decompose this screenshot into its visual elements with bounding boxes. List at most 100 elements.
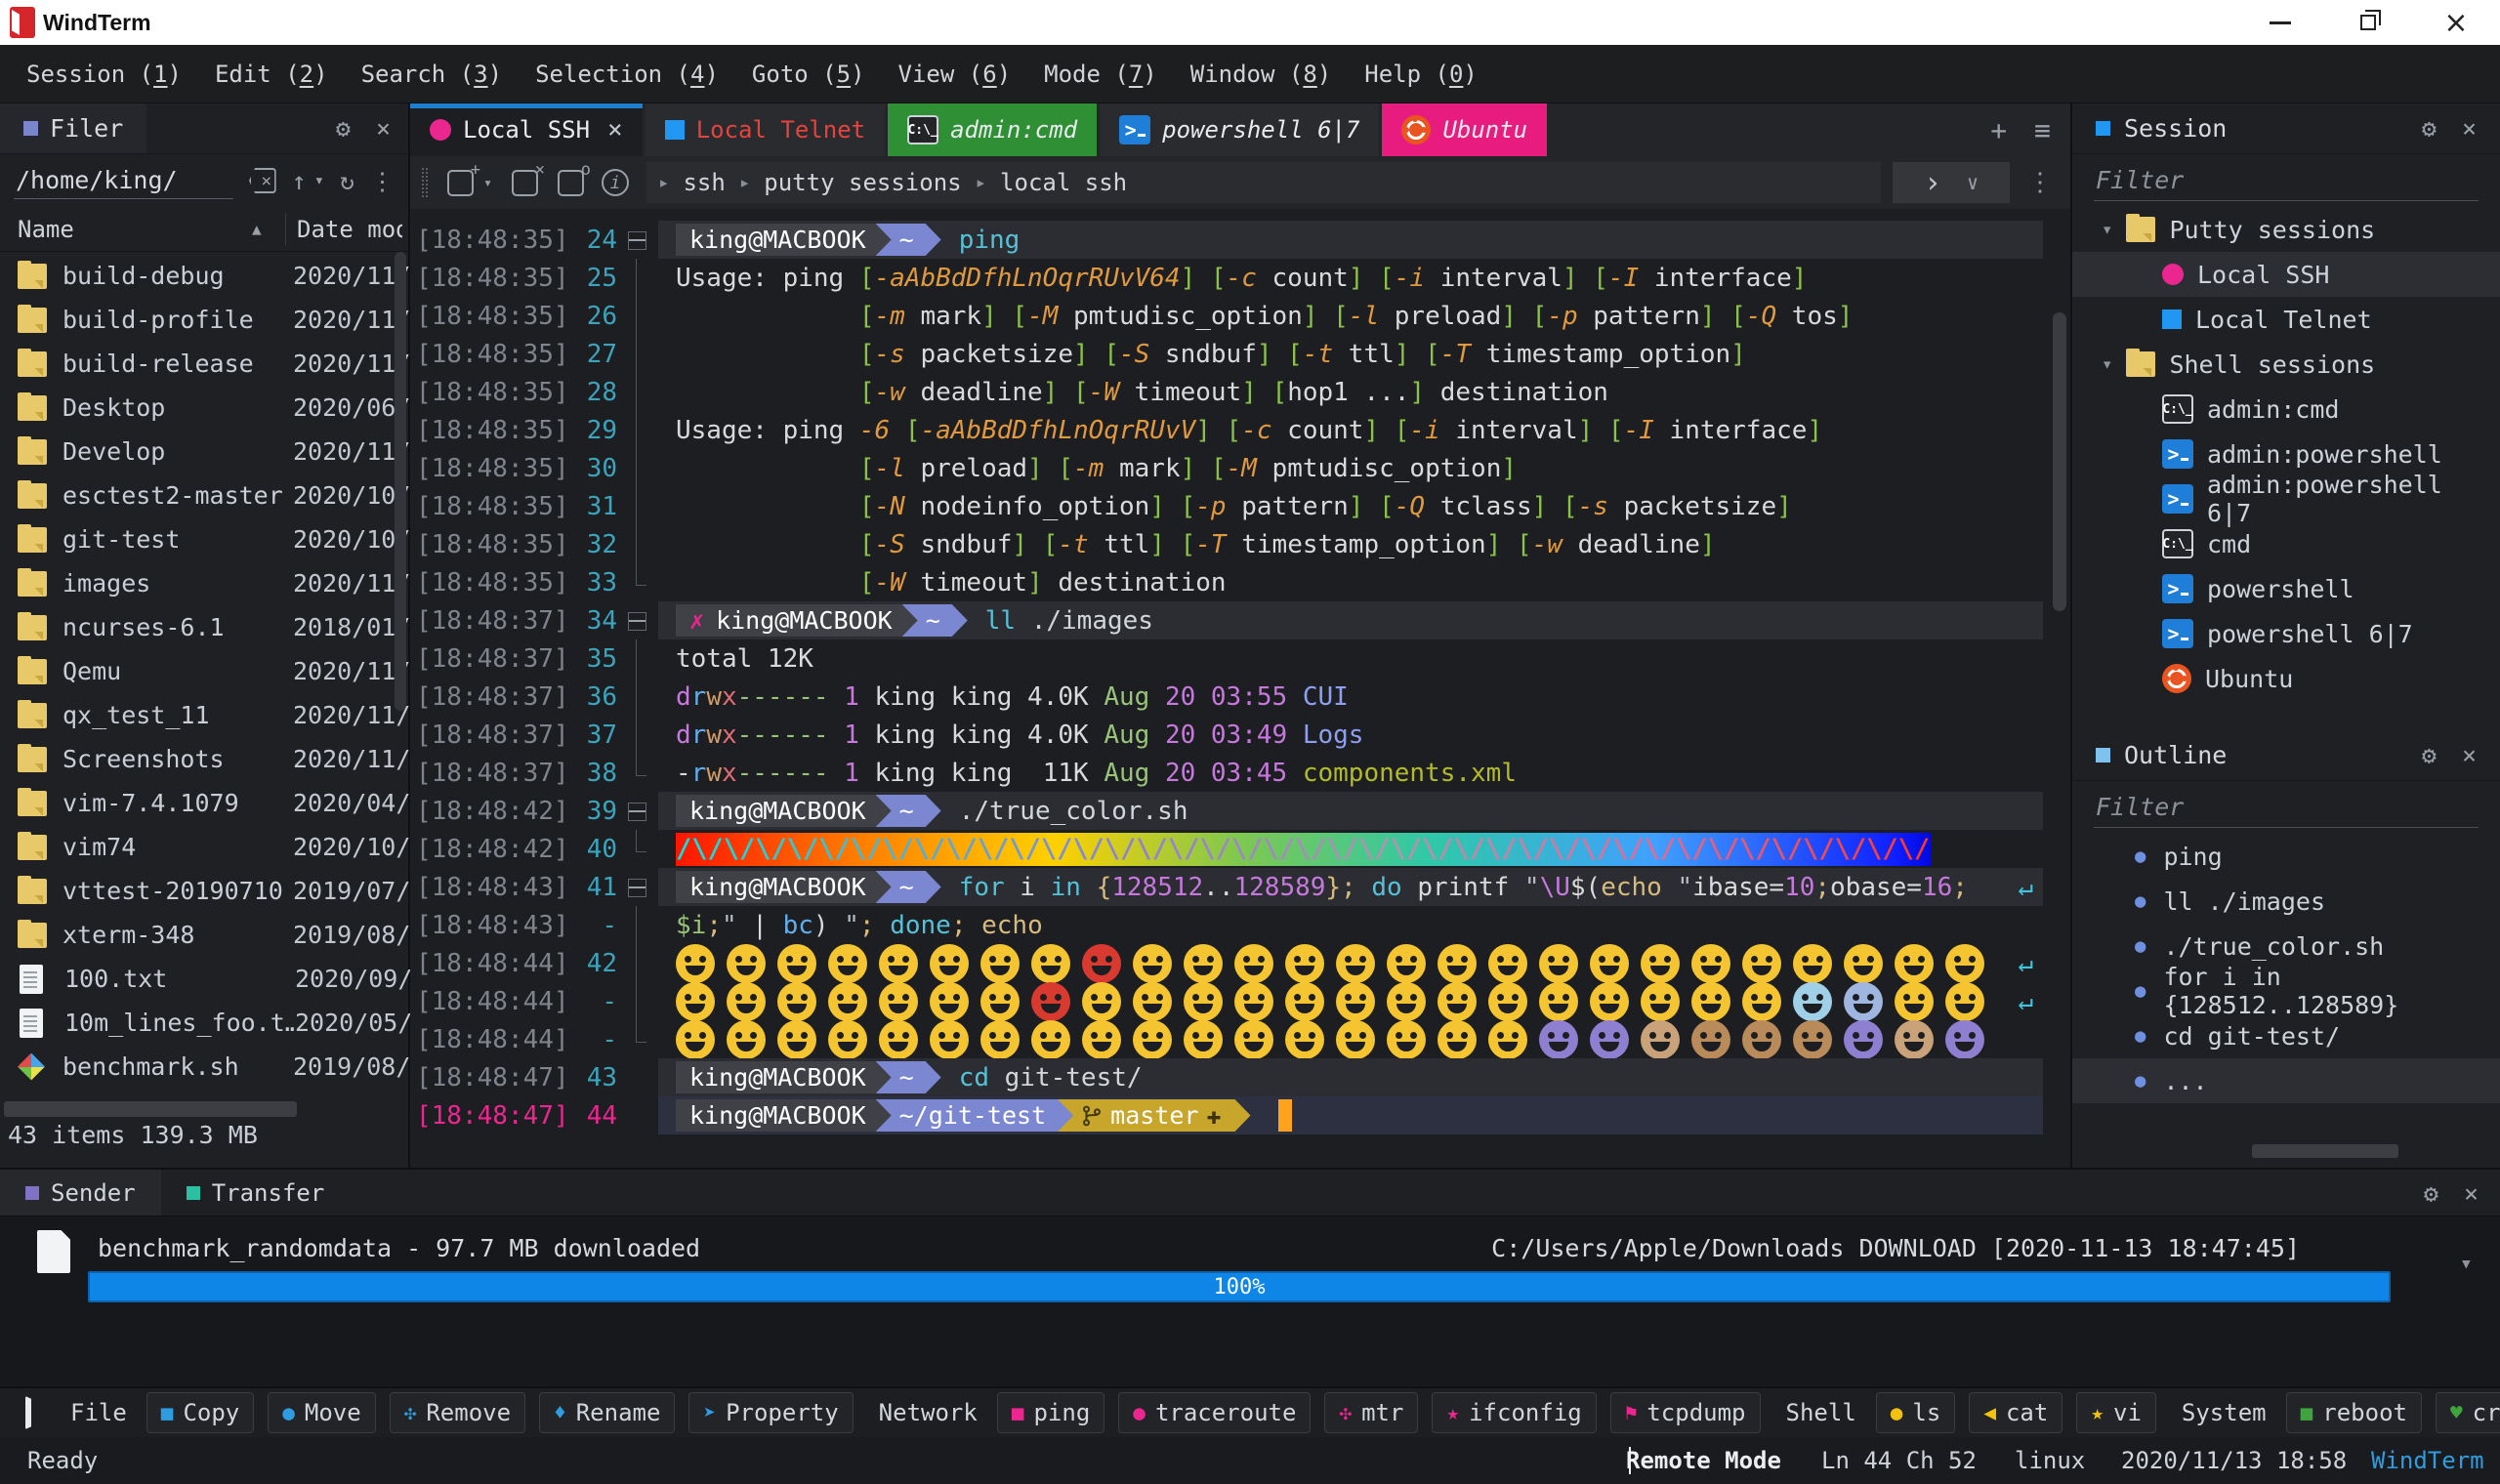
fold-marker[interactable] [617,792,658,830]
session-filter-input[interactable] [2094,160,2479,201]
filer-path-input[interactable] [14,162,233,199]
breadcrumb-item-putty-sessions[interactable]: putty sessions [764,169,961,196]
outline-scrollbar[interactable] [2252,1144,2398,1158]
breadcrumb-item-ssh[interactable]: ssh [683,169,725,196]
terminal-tab-local-ssh[interactable]: Local SSH × [410,103,643,156]
file-row-esctest2-master[interactable]: esctest2-master 2020/10/ [0,474,410,517]
session-item-shell-sessions[interactable]: ▾ Shell sessions [2072,342,2500,387]
drag-handle-icon[interactable] [422,168,428,197]
file-row-desktop[interactable]: Desktop 2020/06/ [0,386,410,430]
status-os[interactable]: linux [2015,1447,2085,1474]
fold-marker[interactable] [617,868,658,906]
toolbar-button-traceroute[interactable]: ● traceroute [1118,1392,1312,1433]
filer-settings-icon[interactable]: ⚙ [336,114,351,143]
chevron-down-icon[interactable]: ▾ [2102,219,2112,240]
file-row-100-txt[interactable]: 100.txt 2020/09/ [0,957,412,1001]
breadcrumb-item-local-ssh[interactable]: local ssh [1000,169,1127,196]
toolbar-button-crontab[interactable]: ♥ crontab [2435,1392,2500,1433]
filer-more-icon[interactable]: ⋮ [370,167,395,195]
close-button[interactable]: × [2412,0,2500,45]
status-cursor-position[interactable]: Ln 44 Ch 52 [1821,1447,1977,1474]
tab-menu-icon[interactable]: ≡ [2034,114,2051,146]
toolbar-button-ping[interactable]: ■ ping [996,1392,1105,1433]
info-icon[interactable]: i [602,169,630,196]
file-row-screenshots[interactable]: Screenshots 2020/11/ [0,737,410,781]
sender-tab[interactable]: Sender [0,1170,161,1216]
terminal-tab-ubuntu[interactable]: Ubuntu [1382,103,1548,156]
toolbar-button-reboot[interactable]: ■ reboot [2285,1392,2422,1433]
up-directory-icon[interactable]: ↑ [292,167,307,195]
refresh-icon[interactable]: ↻ [340,167,354,195]
session-item-admin-cmd[interactable]: C:\_ admin:cmd [2072,387,2500,432]
terminal-more-icon[interactable]: ⋮ [2021,168,2059,197]
file-row-vim-7-4-1079[interactable]: vim-7.4.1079 2020/04/ [0,781,410,825]
new-session-dropdown-icon[interactable]: ▾ [483,174,492,191]
file-row-images[interactable]: images 2020/11/ [0,561,410,605]
session-item-powershell[interactable]: > powershell [2072,566,2500,611]
terminal-tab-admin-cmd[interactable]: C:\_ admin:cmd [888,103,1098,156]
transfer-tab[interactable]: Transfer [161,1170,351,1216]
menu-item-search[interactable]: Search (3) [345,45,520,103]
filer-close-icon[interactable]: × [376,114,391,143]
terminal-tab-local-telnet[interactable]: Local Telnet [645,103,886,156]
quick-launch-icon[interactable] [25,1396,31,1429]
path-dropdown-icon[interactable]: ▾ [314,171,324,190]
outline-item-2[interactable]: ● ll ./images [2072,879,2500,924]
transfer-dropdown-icon[interactable]: ▾ [2460,1252,2473,1276]
clear-path-icon[interactable]: × [249,168,276,193]
file-row-benchmark-sh[interactable]: benchmark.sh 2019/08/ [0,1045,410,1089]
outline-filter-input[interactable] [2094,787,2479,828]
toolbar-button-move[interactable]: ● Move [268,1392,376,1433]
session-item-putty-sessions[interactable]: ▾ Putty sessions [2072,207,2500,252]
file-row-vim74[interactable]: vim74 2020/10/ [0,825,410,869]
toolbar-button-rename[interactable]: ♦ Rename [539,1392,676,1433]
run-dropdown-icon[interactable]: ∨ [1967,171,1979,194]
file-row-10m-lines-foo-t[interactable]: 10m_lines_foo.t… 2020/05/ [0,1001,412,1045]
column-header-name[interactable]: Name [0,216,74,243]
menu-item-mode[interactable]: Mode (7) [1027,45,1174,103]
chevron-down-icon[interactable]: ▾ [2102,353,2112,375]
toolbar-button-property[interactable]: ➤ Property [688,1392,854,1433]
filer-panel-tab[interactable]: Filer [0,103,147,153]
menu-item-view[interactable]: View (6) [882,45,1028,103]
new-session-icon[interactable]: + [447,160,480,196]
close-session-icon[interactable]: × [512,160,545,196]
outline-settings-icon[interactable]: ⚙ [2422,741,2437,769]
session-item-cmd[interactable]: C:\_ cmd [2072,521,2500,566]
new-tab-icon[interactable]: + [1990,114,2007,146]
fold-marker[interactable] [617,221,658,259]
toolbar-button-cat[interactable]: ◀ cat [1969,1392,2063,1433]
run-command-button[interactable]: › ∨ [1893,162,2010,203]
session-settings-icon[interactable]: ⚙ [2422,114,2437,143]
terminal-tab-powershell-6-7[interactable]: > powershell 6|7 [1100,103,1380,156]
file-row-build-profile[interactable]: build-profile 2020/11/ [0,298,410,342]
menu-item-window[interactable]: Window (8) [1174,45,1349,103]
session-item-ubuntu[interactable]: Ubuntu [2072,656,2500,701]
toolbar-button-mtr[interactable]: ✣ mtr [1324,1392,1419,1433]
file-row-develop[interactable]: Develop 2020/11/ [0,430,410,474]
file-row-git-test[interactable]: git-test 2020/10/ [0,517,410,561]
outline-close-icon[interactable]: × [2462,741,2477,769]
restore-button[interactable] [2324,0,2412,45]
file-row-ncurses-6-1[interactable]: ncurses-6.1 2018/01/ [0,605,410,649]
file-row-qemu[interactable]: Qemu 2020/11/ [0,649,410,693]
outline-item-5[interactable]: ● cd git-test/ [2072,1013,2500,1058]
transfer-close-icon[interactable]: × [2464,1179,2479,1208]
filer-horizontal-scrollbar[interactable] [4,1101,297,1117]
file-row-qx-test-11[interactable]: qx_test_11 2020/11/ [0,693,410,737]
file-row-xterm-348[interactable]: xterm-348 2019/08/ [0,913,410,957]
terminal-screen[interactable]: [18:48:35] 24 king@MACBOOK ~ ping [18:48:35] 2… [410,209,2070,1168]
file-row-vttest-20190710[interactable]: vttest-20190710 2019/07/ [0,869,410,913]
column-header-date[interactable]: Date mod [297,216,402,243]
toolbar-button-vi[interactable]: ★ vi [2076,1392,2156,1433]
outline-item-4[interactable]: ● for i in {128512..128589} [2072,963,2500,1019]
menu-item-session[interactable]: Session (1) [10,45,198,103]
fold-marker[interactable] [617,601,658,639]
menu-item-help[interactable]: Help (0) [1348,45,1494,103]
toolbar-button-copy[interactable]: ■ Copy [146,1392,255,1433]
toolbar-button-tcpdump[interactable]: ⚑ tcpdump [1609,1392,1761,1433]
menu-item-goto[interactable]: Goto (5) [735,45,882,103]
filer-vertical-scrollbar[interactable] [395,252,406,711]
menu-item-selection[interactable]: Selection (4) [519,45,735,103]
session-item-local-ssh[interactable]: Local SSH [2072,252,2500,297]
